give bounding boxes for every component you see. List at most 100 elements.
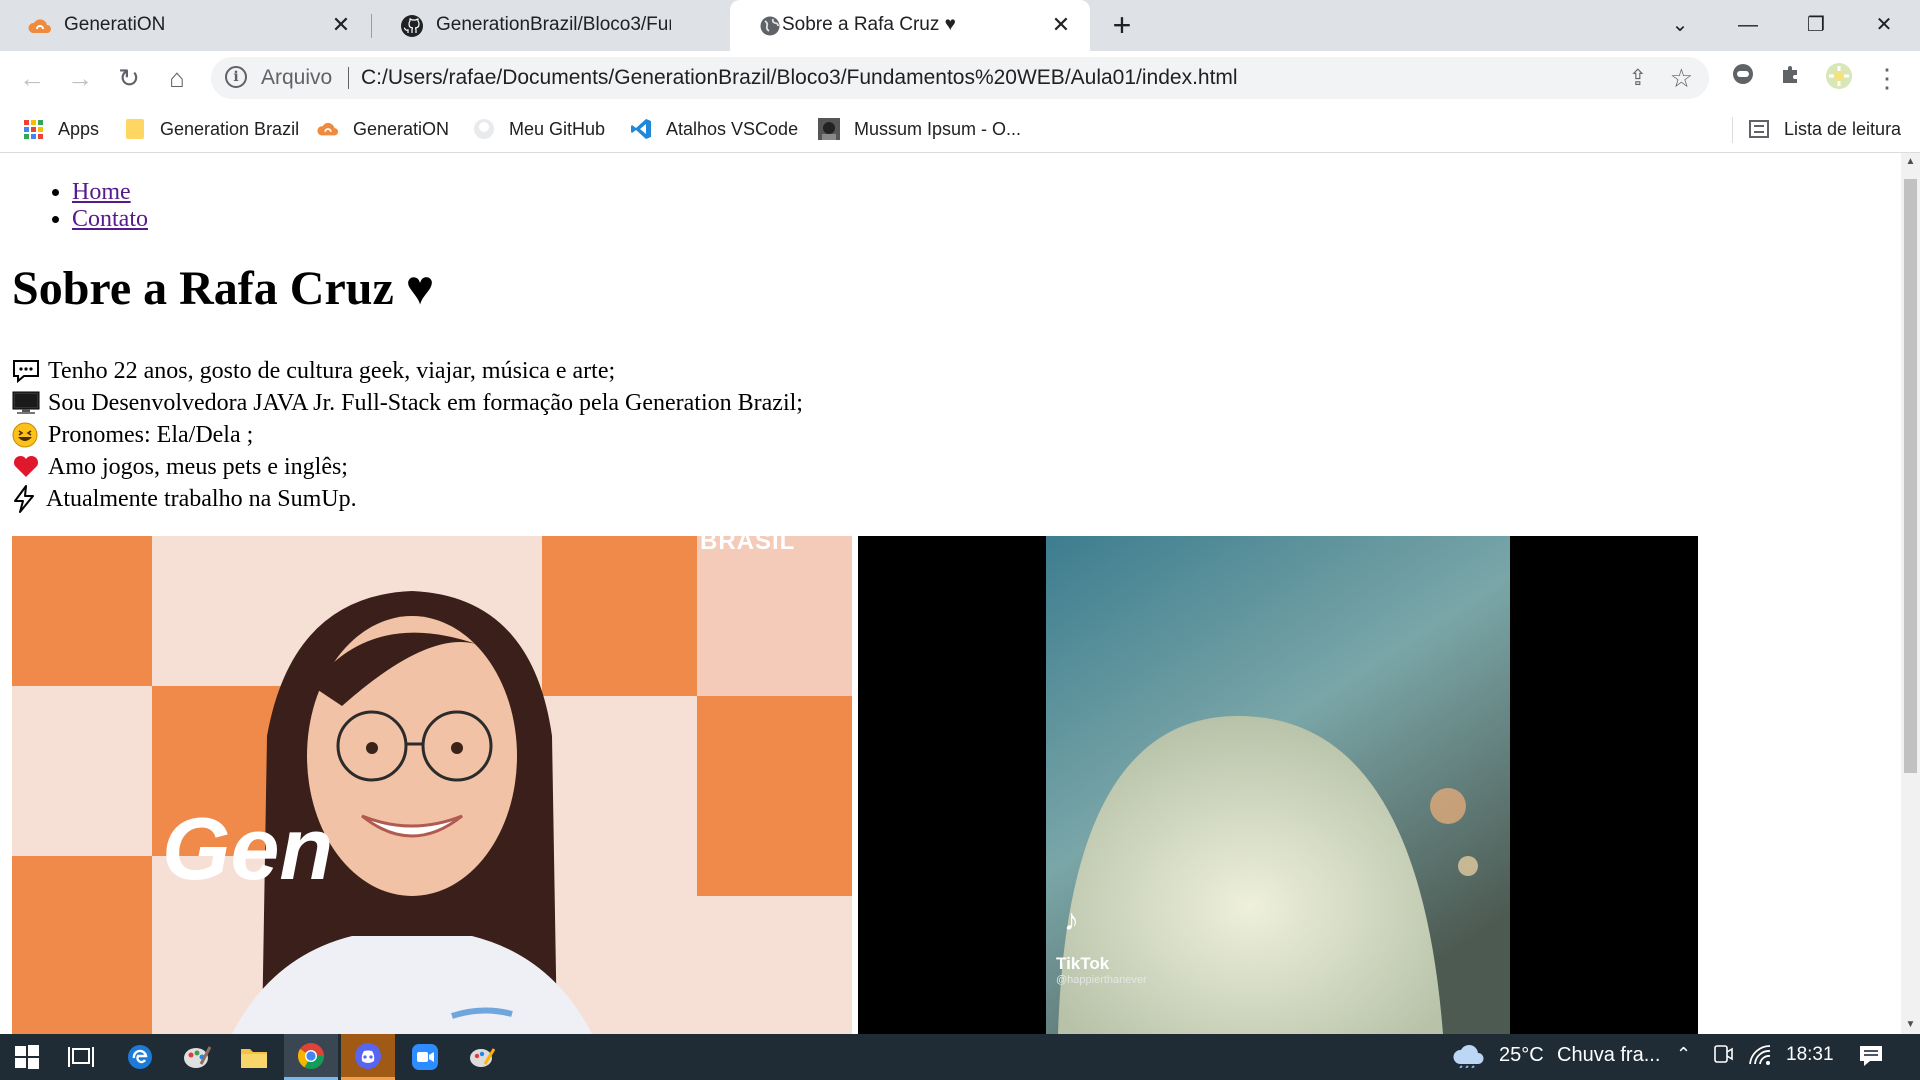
info-icon[interactable]: i xyxy=(225,66,247,88)
grinning-face-icon xyxy=(12,421,44,449)
page-nav: Home Contato xyxy=(72,179,148,233)
address-bar[interactable]: i Arquivo C:/Users/rafae/Documents/Gener… xyxy=(211,57,1709,99)
extensions-puzzle-icon[interactable] xyxy=(1775,62,1807,94)
file-explorer-icon[interactable] xyxy=(227,1034,281,1080)
bio-text: Atualmente trabalho na SumUp. xyxy=(46,486,357,512)
nav-link-home[interactable]: Home xyxy=(72,179,131,205)
computer-icon xyxy=(12,389,44,417)
forward-button[interactable]: → xyxy=(61,59,99,97)
show-hidden-icons-icon[interactable]: ⌃ xyxy=(1676,1044,1691,1065)
windows-taskbar: 25°C Chuva fra... ⌃ 18:31 xyxy=(0,1034,1920,1080)
tab-generation[interactable]: GeneratiON ✕ xyxy=(0,0,370,51)
home-button[interactable]: ⌂ xyxy=(158,59,196,97)
close-tab-icon[interactable]: ✕ xyxy=(328,12,354,38)
reading-list-icon xyxy=(1748,118,1770,140)
page-viewport: Home Contato Sobre a Rafa Cruz ♥ Tenho 2… xyxy=(0,153,1901,1034)
reload-button[interactable]: ↻ xyxy=(110,59,148,97)
bookmark-generation[interactable]: GeneratiON xyxy=(317,115,449,143)
bio-text: Amo jogos, meus pets e inglês; xyxy=(48,454,348,480)
reading-list-label: Lista de leitura xyxy=(1784,118,1902,139)
nav-item: Home xyxy=(72,179,148,206)
reading-list-button[interactable]: Lista de leitura xyxy=(1748,115,1901,143)
bookmark-mussum[interactable]: Mussum Ipsum - O... xyxy=(818,115,1021,143)
bio-line: Pronomes: Ela/Dela ; xyxy=(12,419,803,451)
bio-text: Tenho 22 anos, gosto de cultura geek, vi… xyxy=(48,358,616,384)
address-divider xyxy=(348,67,349,89)
bio-line: Sou Desenvolvedora JAVA Jr. Full-Stack e… xyxy=(12,387,803,419)
nav-item: Contato xyxy=(72,206,148,233)
page-scrollbar[interactable]: ▲ ▼ xyxy=(1901,153,1920,1034)
bookmark-label: Mussum Ipsum - O... xyxy=(854,118,1022,139)
bio-text: Pronomes: Ela/Dela ; xyxy=(48,422,254,448)
scroll-thumb[interactable] xyxy=(1904,179,1917,773)
weather-cloud-icon[interactable] xyxy=(1452,1040,1486,1074)
menu-kebab-icon[interactable]: ⋮ xyxy=(1871,62,1903,94)
bookmark-label: Atalhos VSCode xyxy=(666,118,799,139)
tab-title: GenerationBrazil/Bloco3/Fundam xyxy=(436,14,671,35)
edge-icon[interactable] xyxy=(113,1034,167,1080)
windows-start-icon[interactable] xyxy=(0,1034,54,1080)
restore-button[interactable]: ❐ xyxy=(1796,8,1836,42)
bookmark-label: Apps xyxy=(58,118,100,139)
weather-text[interactable]: Chuva fra... xyxy=(1557,1044,1660,1067)
clock-time[interactable]: 18:31 xyxy=(1786,1044,1834,1066)
scroll-up-arrow-icon[interactable]: ▲ xyxy=(1901,153,1920,171)
github-icon xyxy=(473,118,495,140)
tiktok-logo-icon: ♪ xyxy=(1064,904,1079,937)
red-heart-icon xyxy=(12,453,44,481)
bookmark-vscode[interactable]: Atalhos VSCode xyxy=(630,115,798,143)
tab-title: Sobre a Rafa Cruz ♥ xyxy=(782,14,956,35)
bookmarks-divider xyxy=(1732,117,1733,143)
address-url[interactable]: C:/Users/rafae/Documents/GenerationBrazi… xyxy=(361,66,1238,90)
close-window-button[interactable]: ✕ xyxy=(1864,8,1904,42)
globe-icon xyxy=(758,14,782,38)
discord-icon[interactable] xyxy=(341,1034,395,1080)
mussum-icon xyxy=(818,118,840,140)
tab-sobre-active[interactable]: Sobre a Rafa Cruz ♥ ✕ xyxy=(730,0,1090,51)
profile-photo: BRASIL Gen xyxy=(12,536,852,1034)
address-scheme-label: Arquivo xyxy=(261,66,333,89)
new-tab-button[interactable]: + xyxy=(1106,9,1138,42)
bookmark-github[interactable]: Meu GitHub xyxy=(473,115,605,143)
nav-link-contato[interactable]: Contato xyxy=(72,206,148,232)
bio-line: Amo jogos, meus pets e inglês; xyxy=(12,451,803,483)
back-button[interactable]: ← xyxy=(13,59,51,97)
paint-icon[interactable] xyxy=(170,1034,224,1080)
tab-search-chevron-icon[interactable]: ⌄ xyxy=(1660,8,1700,42)
bio-line: Tenho 22 anos, gosto de cultura geek, vi… xyxy=(12,355,803,387)
close-tab-icon[interactable]: ✕ xyxy=(1048,12,1074,38)
tab-title: GeneratiON xyxy=(64,14,166,35)
speech-bubble-icon xyxy=(12,357,44,385)
bio-text: Sou Desenvolvedora JAVA Jr. Full-Stack e… xyxy=(48,390,803,416)
snip-tool-icon[interactable] xyxy=(455,1034,509,1080)
github-icon xyxy=(400,14,424,38)
weather-temp[interactable]: 25°C xyxy=(1499,1044,1544,1067)
task-view-icon[interactable] xyxy=(54,1034,108,1080)
meet-now-icon[interactable] xyxy=(1712,1044,1734,1072)
tab-github[interactable]: GenerationBrazil/Bloco3/Fundam xyxy=(372,0,730,51)
lightning-icon xyxy=(12,485,42,513)
page-title: Sobre a Rafa Cruz ♥ xyxy=(12,262,435,315)
tiktok-video[interactable]: ♪ TikTok @happierthanever xyxy=(858,536,1698,1034)
bookmark-star-icon[interactable]: ☆ xyxy=(1670,63,1693,94)
bookmark-generation-brazil[interactable]: Generation Brazil xyxy=(124,115,299,143)
folder-icon xyxy=(124,118,146,140)
chrome-taskbar-icon[interactable] xyxy=(284,1034,338,1080)
cloud-logo-icon xyxy=(317,118,339,140)
bookmark-label: Meu GitHub xyxy=(509,118,606,139)
notifications-icon[interactable] xyxy=(1858,1044,1884,1074)
bookmark-apps[interactable]: Apps xyxy=(22,115,99,143)
tiktok-brand: TikTok xyxy=(1056,954,1110,973)
wifi-icon[interactable] xyxy=(1748,1044,1772,1072)
profile-avatar[interactable] xyxy=(1823,62,1855,94)
photo-logo-text: Gen xyxy=(162,799,334,898)
share-icon[interactable]: ⇪ xyxy=(1629,65,1647,91)
browser-toolbar: ← → ↻ ⌂ i Arquivo C:/Users/rafae/Documen… xyxy=(0,51,1920,105)
minimize-button[interactable]: — xyxy=(1728,8,1768,42)
scroll-down-arrow-icon[interactable]: ▼ xyxy=(1901,1016,1920,1034)
bio-line: Atualmente trabalho na SumUp. xyxy=(12,483,803,515)
extension-icon[interactable] xyxy=(1727,62,1759,94)
tiktok-handle: @happierthanever xyxy=(1056,974,1147,986)
zoom-icon[interactable] xyxy=(398,1034,452,1080)
cloud-logo-icon xyxy=(28,14,52,38)
